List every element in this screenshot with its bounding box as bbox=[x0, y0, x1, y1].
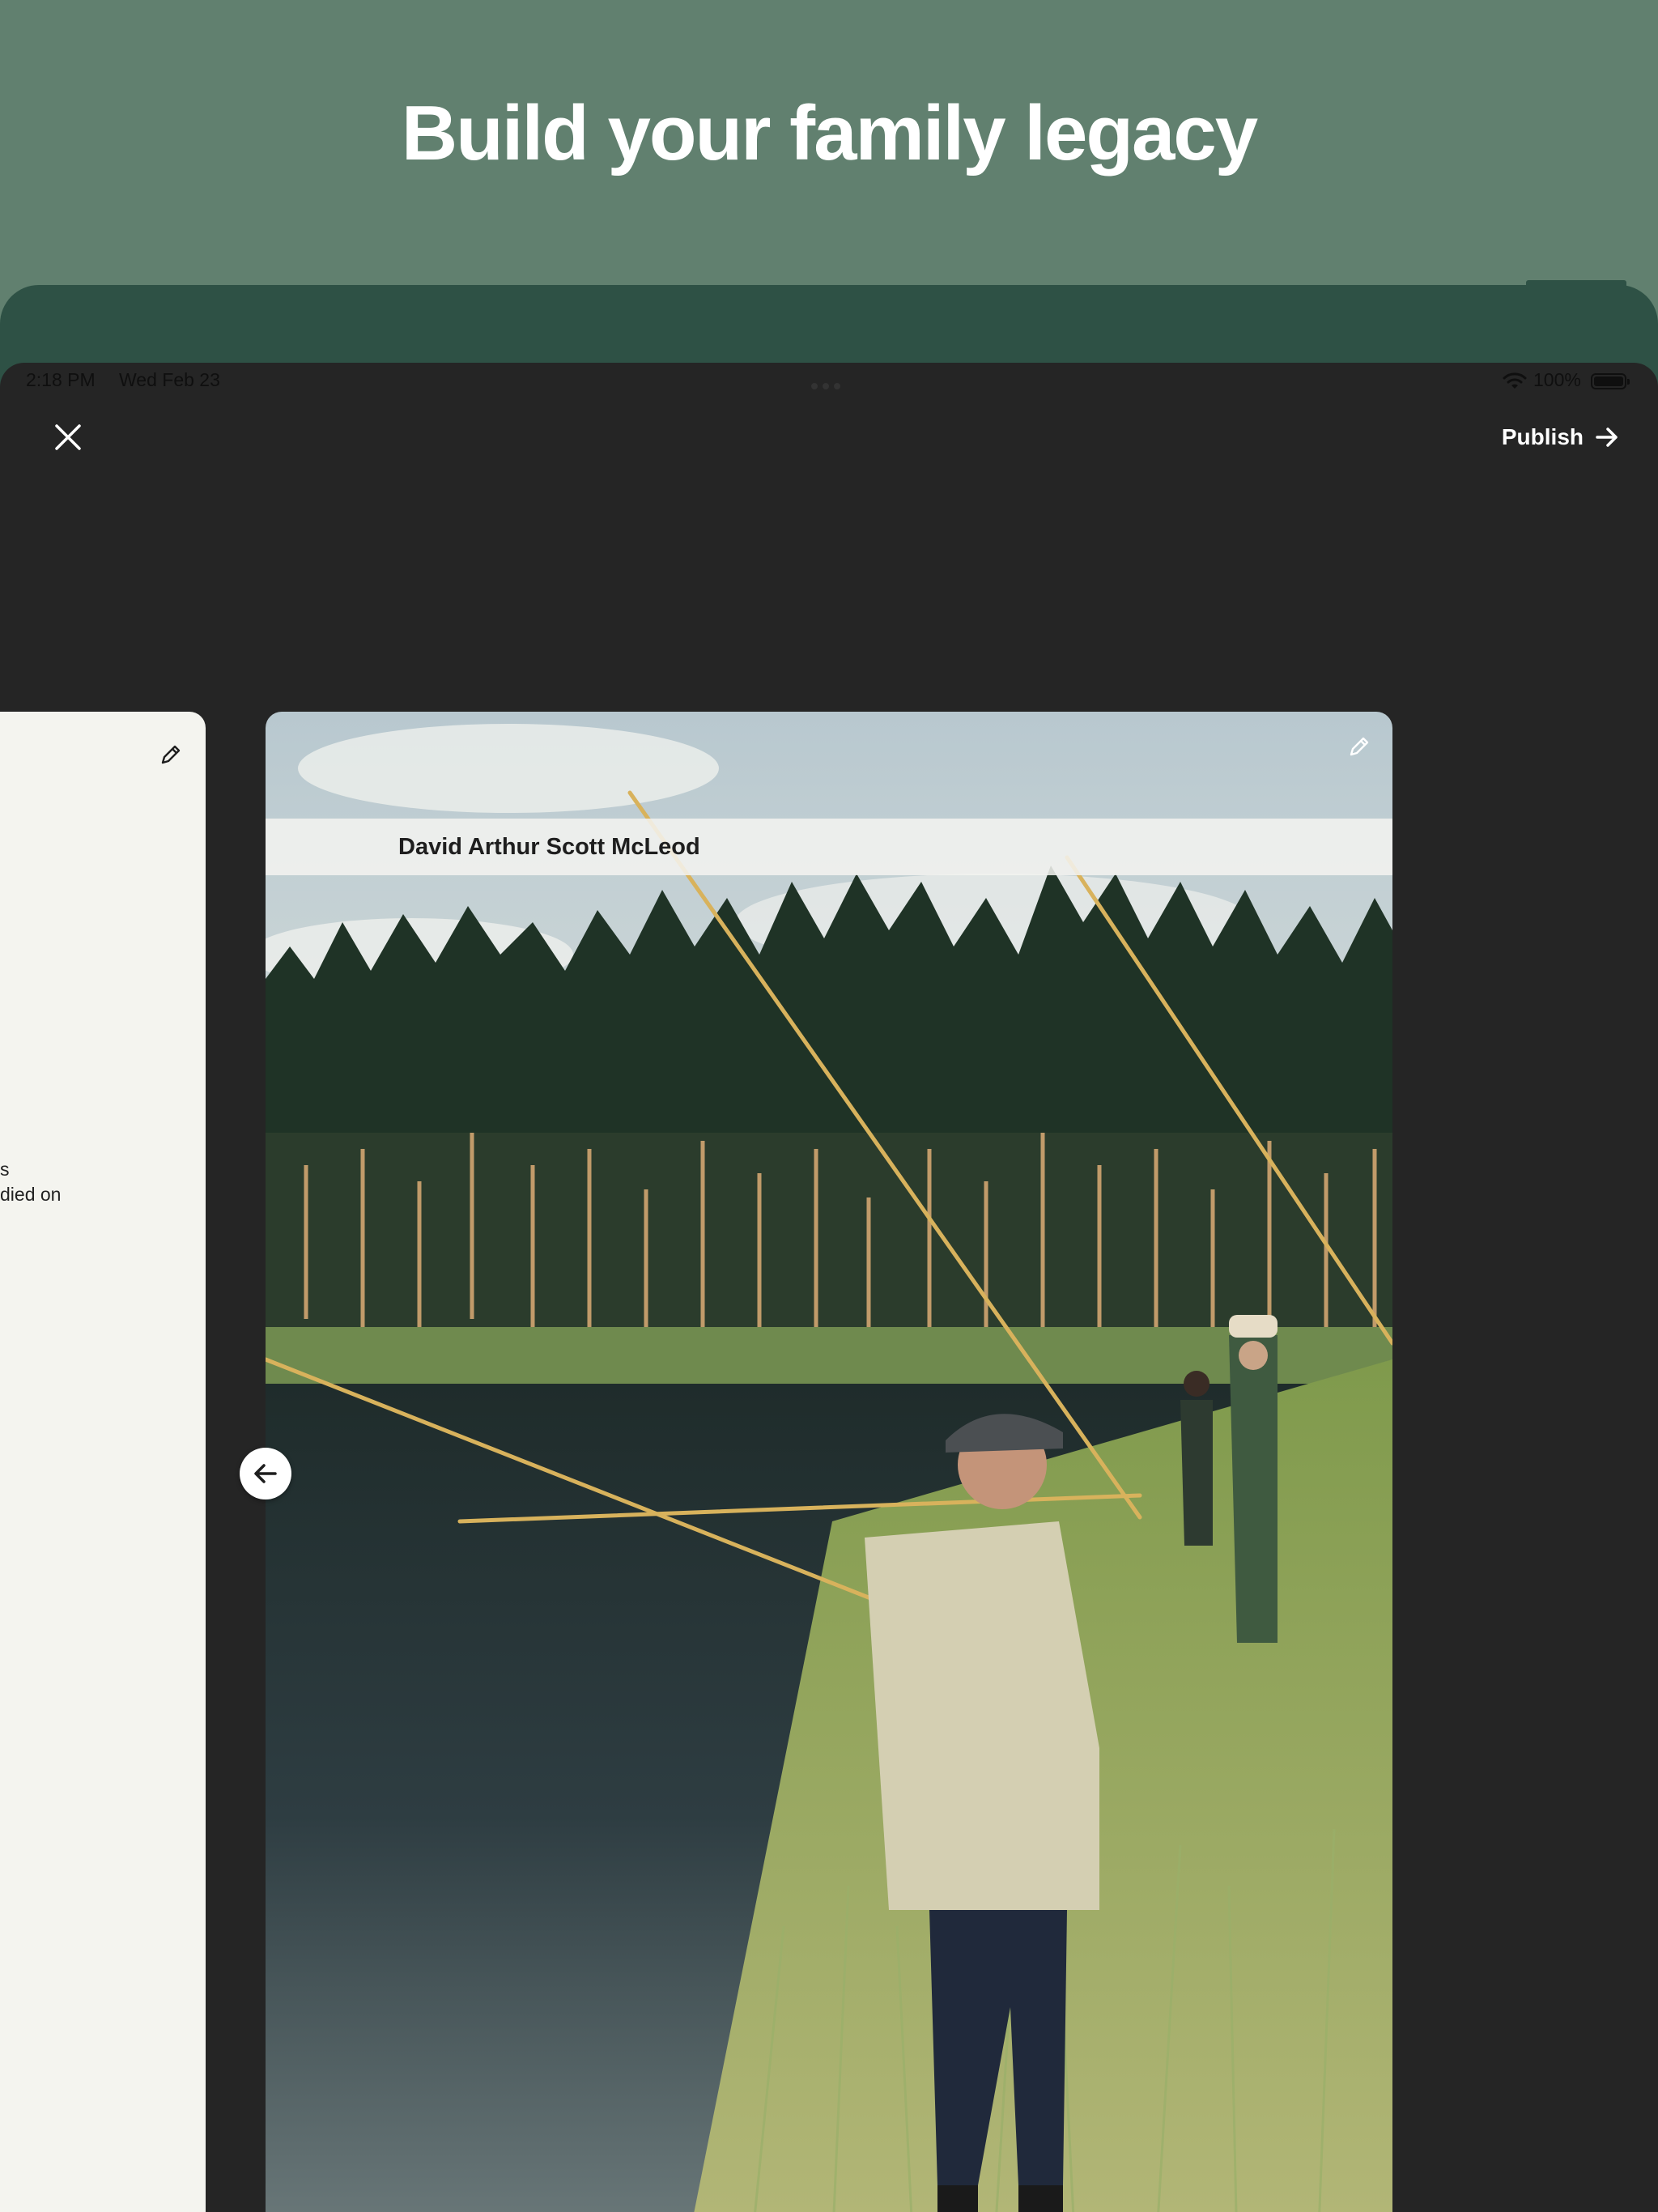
status-date: Wed Feb 23 bbox=[119, 369, 220, 390]
previous-card-text: s died on bbox=[0, 1157, 202, 1207]
status-bar: 2:18 PM Wed Feb 23 100% bbox=[0, 363, 1658, 402]
multitasking-dots[interactable] bbox=[811, 379, 848, 389]
person-name: David Arthur Scott McLeod bbox=[398, 834, 700, 860]
pencil-icon[interactable] bbox=[1347, 734, 1371, 759]
previous-card-line: s bbox=[0, 1159, 10, 1180]
close-button[interactable] bbox=[42, 411, 94, 463]
status-time: 2:18 PM bbox=[26, 369, 96, 390]
pencil-icon[interactable] bbox=[159, 742, 183, 767]
previous-story-card[interactable]: s died on bbox=[0, 712, 206, 2212]
photo-story-card[interactable]: David Arthur Scott McLeod bbox=[266, 712, 1392, 2212]
name-banner: David Arthur Scott McLeod bbox=[266, 819, 1392, 875]
previous-card-button[interactable] bbox=[240, 1448, 291, 1499]
battery-percentage: 100% bbox=[1533, 369, 1581, 390]
arrow-right-icon bbox=[1596, 428, 1618, 447]
publish-label: Publish bbox=[1501, 424, 1584, 449]
battery-icon bbox=[1591, 373, 1630, 389]
wifi-icon bbox=[1503, 372, 1527, 389]
device-button bbox=[1526, 280, 1626, 290]
arrow-left-icon bbox=[254, 1464, 277, 1483]
publish-button[interactable]: Publish bbox=[1473, 411, 1619, 463]
marketing-headline: Build your family legacy bbox=[401, 90, 1258, 177]
fishing-photo bbox=[266, 712, 1392, 2212]
close-icon bbox=[55, 424, 81, 450]
app-screen: 2:18 PM Wed Feb 23 100% Publish s died o… bbox=[0, 363, 1658, 2212]
previous-card-line: died on bbox=[0, 1184, 62, 1205]
